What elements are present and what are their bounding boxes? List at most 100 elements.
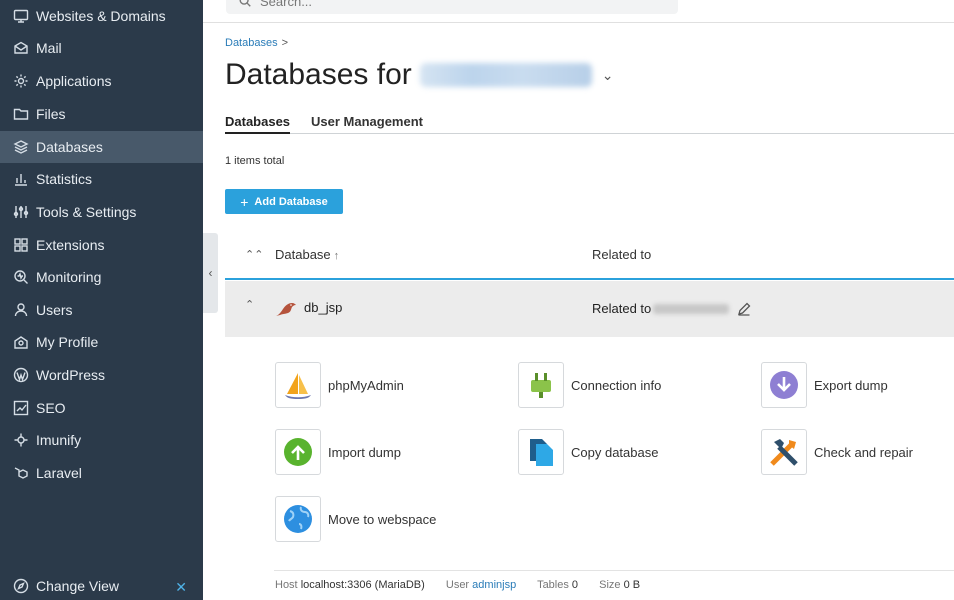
column-header-related: Related to	[592, 247, 652, 262]
blurred-related-domain	[653, 303, 730, 314]
change-view-button[interactable]: Change View ✕	[0, 572, 203, 600]
breadcrumb: Databases >	[225, 37, 288, 49]
items-total: 1 items total	[225, 155, 285, 167]
table-row[interactable]: ⌃ db_jsp Related to	[225, 281, 954, 337]
search-icon	[239, 0, 251, 7]
related-to: Related to	[592, 301, 751, 316]
upload-icon	[275, 429, 321, 475]
expand-all-icon[interactable]: ⌃⌃	[245, 248, 263, 261]
sidebar-item-monitoring[interactable]: Monitoring	[0, 261, 203, 293]
topbar-divider	[203, 22, 954, 23]
plug-icon	[518, 362, 564, 408]
sidebar-item-label: Laravel	[36, 465, 82, 481]
table-header: ⌃⌃ Database ↑ Related to	[225, 236, 954, 280]
close-icon[interactable]: ✕	[175, 579, 187, 596]
add-database-label: Add Database	[254, 195, 328, 208]
monitoring-icon	[13, 269, 29, 285]
breadcrumb-databases-link[interactable]: Databases	[225, 37, 278, 49]
host-label: Host	[275, 579, 298, 591]
column-header-database[interactable]: Database ↑	[275, 247, 339, 262]
sidebar-item-laravel[interactable]: Laravel	[0, 457, 203, 489]
globe-icon	[275, 496, 321, 542]
check-repair-label: Check and repair	[814, 444, 913, 460]
chevron-up-icon[interactable]: ⌃	[245, 298, 254, 311]
sidebar-item-applications[interactable]: Applications	[0, 65, 203, 97]
sidebar-item-label: Websites & Domains	[36, 8, 166, 24]
database-name[interactable]: db_jsp	[304, 300, 342, 315]
folder-icon	[13, 106, 29, 122]
tools-icon	[13, 204, 29, 220]
sidebar-collapse-handle[interactable]: ‹	[203, 233, 218, 313]
related-to-label: Related to	[592, 301, 652, 316]
compass-icon	[13, 578, 29, 594]
sidebar: Websites & Domains Mail Applications Fil…	[0, 0, 203, 600]
sidebar-item-seo[interactable]: SEO	[0, 392, 203, 424]
wordpress-icon	[13, 367, 29, 383]
mail-icon	[13, 40, 29, 56]
sidebar-item-label: SEO	[36, 400, 66, 416]
search-input[interactable]: Search...	[226, 0, 678, 14]
add-database-button[interactable]: + Add Database	[225, 189, 343, 214]
sidebar-item-databases[interactable]: Databases	[0, 131, 203, 163]
sidebar-item-statistics[interactable]: Statistics	[0, 163, 203, 195]
sidebar-item-label: Statistics	[36, 171, 93, 187]
sidebar-item-label: Files	[36, 106, 66, 122]
phpmyadmin-action[interactable]: phpMyAdmin	[275, 362, 404, 408]
statistics-icon	[13, 171, 29, 187]
sidebar-item-my-profile[interactable]: My Profile	[0, 326, 203, 358]
sidebar-item-users[interactable]: Users	[0, 294, 203, 326]
sidebar-item-label: Databases	[36, 139, 103, 155]
host-value: localhost:3306 (MariaDB)	[300, 579, 425, 591]
applications-icon	[13, 73, 29, 89]
phpmyadmin-label: phpMyAdmin	[328, 377, 404, 393]
sidebar-item-files[interactable]: Files	[0, 98, 203, 130]
export-dump-action[interactable]: Export dump	[761, 362, 888, 408]
tab-user-management[interactable]: User Management	[311, 114, 423, 129]
tab-databases[interactable]: Databases	[225, 114, 291, 134]
blurred-domain-name	[419, 63, 592, 87]
repair-icon	[761, 429, 807, 475]
connection-info-label: Connection info	[571, 377, 662, 393]
size-value: 0 B	[623, 579, 641, 591]
import-dump-label: Import dump	[328, 444, 401, 460]
tab-bar: Databases User Management	[225, 112, 954, 134]
sidebar-item-label: Monitoring	[36, 269, 102, 285]
import-dump-action[interactable]: Import dump	[275, 429, 401, 475]
sort-arrow-icon: ↑	[333, 250, 340, 262]
export-dump-label: Export dump	[814, 377, 888, 393]
sidebar-item-wordpress[interactable]: WordPress	[0, 359, 203, 391]
move-to-webspace-action[interactable]: Move to webspace	[275, 496, 436, 542]
pencil-icon[interactable]	[737, 302, 751, 316]
user-link[interactable]: adminjsp	[472, 579, 516, 591]
database-layers-icon	[13, 139, 29, 155]
sidebar-item-label: My Profile	[36, 334, 99, 350]
imunify-icon	[13, 432, 29, 448]
connection-info-action[interactable]: Connection info	[518, 362, 661, 408]
sidebar-item-label: Applications	[36, 73, 112, 89]
mariadb-seal-icon	[276, 303, 296, 316]
user-icon	[13, 302, 29, 318]
copy-database-action[interactable]: Copy database	[518, 429, 658, 475]
sidebar-item-label: Users	[36, 302, 73, 318]
check-repair-action[interactable]: Check and repair	[761, 429, 913, 475]
sidebar-item-imunify[interactable]: Imunify	[0, 424, 203, 456]
seo-icon	[13, 400, 29, 416]
change-view-label: Change View	[36, 578, 120, 594]
sidebar-item-tools-settings[interactable]: Tools & Settings	[0, 196, 203, 228]
chevron-down-icon[interactable]: ⌄	[602, 67, 614, 84]
copy-database-label: Copy database	[571, 444, 659, 460]
sidebar-item-label: Tools & Settings	[36, 204, 137, 220]
sidebar-item-extensions[interactable]: Extensions	[0, 229, 203, 261]
size-label: Size	[599, 579, 621, 591]
monitor-icon	[13, 8, 29, 24]
footer-divider	[274, 570, 954, 571]
sidebar-item-label: Imunify	[36, 432, 82, 448]
chevron-left-icon: ‹	[208, 266, 213, 280]
sidebar-item-mail[interactable]: Mail	[0, 32, 203, 64]
sidebar-item-websites-domains[interactable]: Websites & Domains	[0, 0, 203, 32]
laravel-icon	[13, 465, 29, 481]
download-icon	[761, 362, 807, 408]
sidebar-item-label: Extensions	[36, 237, 105, 253]
page-title-text: Databases for	[225, 58, 412, 91]
profile-icon	[13, 334, 29, 350]
